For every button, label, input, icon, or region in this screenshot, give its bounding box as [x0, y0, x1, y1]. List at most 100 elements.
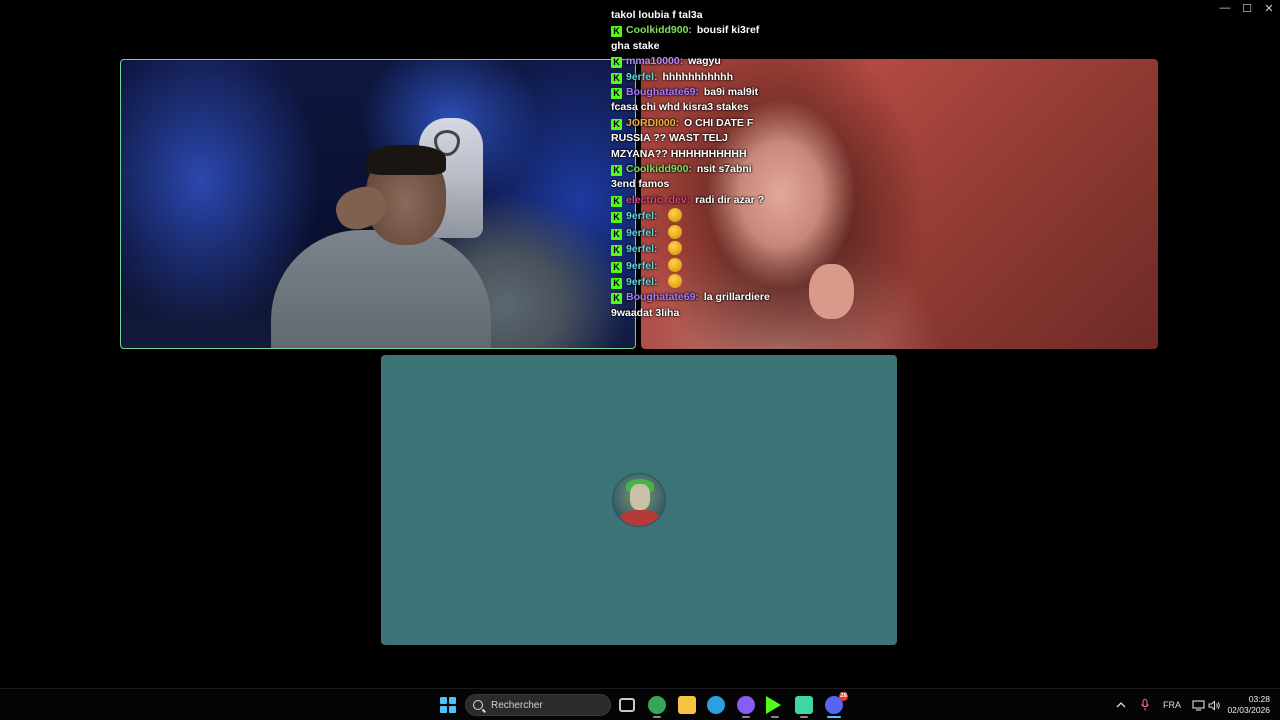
chat-username[interactable]: electric_dev: [626, 194, 690, 206]
chat-text: wagyu [688, 55, 721, 68]
chat-username[interactable]: mma10000: [626, 55, 683, 67]
system-tray: FRA [1114, 689, 1221, 720]
guest-hand [809, 264, 854, 319]
chat-message: K 9erfel: hhhhhhhhhhh [611, 70, 811, 85]
video-tile-camera-off[interactable] [381, 355, 897, 645]
minimize-button[interactable]: — [1214, 0, 1236, 16]
emote-icon [668, 273, 683, 288]
search-placeholder: Rechercher [491, 699, 543, 711]
chevron-up-icon[interactable] [1114, 698, 1128, 712]
language-indicator[interactable]: FRA [1163, 700, 1181, 710]
kick-badge-icon: K [611, 212, 622, 224]
chat-username[interactable]: 9erfel: [626, 227, 658, 239]
windows-start-icon[interactable] [440, 697, 456, 713]
window-controls: — ☐ ✕ [1214, 0, 1280, 18]
emote-icon [668, 224, 683, 239]
kick-badge-icon: K [611, 88, 622, 100]
chat-message: K Boughatate69: ba9i mal9it [611, 85, 811, 100]
chat-message: MZYANA?? HHHHHHHHHH [611, 147, 811, 162]
running-indicator [742, 716, 750, 718]
chat-text: gha stake [611, 39, 660, 52]
chat-username[interactable]: 9erfel: [626, 243, 658, 255]
taskbar-search[interactable]: Rechercher [465, 694, 611, 716]
kick-badge-icon: K [611, 26, 622, 38]
streamer-hair [366, 145, 446, 175]
chat-message: fcasa chi whd kisra3 stakes [611, 100, 811, 115]
microphone-icon[interactable] [1138, 698, 1152, 712]
chat-overlay: takol loubia f tal3a K Coolkidd900: bousif… [611, 8, 811, 321]
video-tile-streamer[interactable] [120, 59, 636, 349]
volume-icon[interactable] [1207, 698, 1221, 712]
emote-icon [668, 257, 683, 272]
chat-message: 9waadat 3liha [611, 306, 811, 321]
chat-username[interactable]: 9erfel: [626, 210, 658, 222]
kick-badge-icon: K [611, 195, 622, 207]
chat-username[interactable]: Boughatate69: [626, 291, 699, 303]
chat-message: K 9erfel: [611, 224, 811, 241]
chat-username[interactable]: Coolkidd900: [626, 163, 692, 175]
avatar-suit [620, 510, 660, 526]
taskbar: Rechercher 28 FRA 03:28 02/03/2026 [0, 688, 1280, 720]
chrome-icon[interactable] [648, 696, 666, 714]
chat-text: O CHI DATE F [684, 116, 754, 129]
clock-time: 03:28 [1248, 694, 1270, 704]
chat-message: K 9erfel: [611, 257, 811, 274]
chat-message: K Coolkidd900: nsit s7abni [611, 162, 811, 177]
chat-text: hhhhhhhhhhh [662, 70, 733, 83]
chat-message: Kelectric_dev: radi dir azar ? [611, 193, 811, 208]
discord-icon[interactable]: 28 [825, 692, 848, 714]
clock[interactable]: 03:28 02/03/2026 [1227, 694, 1270, 716]
chat-text: 9waadat 3liha [611, 306, 680, 319]
chat-message: K 9erfel: [611, 208, 811, 224]
chat-text: ba9i mal9it [703, 86, 759, 99]
chat-message: gha stake [611, 39, 811, 54]
kick-badge-icon: K [611, 293, 622, 305]
chat-text: takol loubia f tal3a [611, 9, 703, 21]
streamer-body [271, 230, 491, 348]
task-view-icon[interactable] [619, 698, 635, 712]
chat-username[interactable]: JORDI000: [626, 117, 679, 129]
emote-icon [668, 208, 683, 223]
streamlabs-icon[interactable] [737, 696, 755, 714]
running-indicator [771, 716, 779, 718]
chat-username[interactable]: Boughatate69: [626, 86, 699, 98]
search-icon [473, 700, 483, 710]
chat-username[interactable]: 9erfel: [626, 260, 658, 272]
emote-icon [668, 241, 683, 256]
kick-badge-icon: K [611, 57, 622, 69]
kick-badge-icon: K [611, 261, 622, 273]
file-explorer-icon[interactable] [678, 696, 696, 714]
chat-message: RUSSIA ?? WAST TELJ [611, 131, 811, 146]
running-indicator [800, 716, 808, 718]
chat-text: la grillardiere [703, 291, 770, 304]
edge-icon[interactable] [707, 696, 725, 714]
kick-badge-icon: K [611, 245, 622, 257]
kick-badge-icon: K [611, 277, 622, 289]
chat-message: K JORDI000: O CHI DATE F [611, 116, 811, 131]
close-button[interactable]: ✕ [1258, 0, 1280, 16]
chat-text: MZYANA?? HHHHHHHHHH [611, 147, 747, 160]
chat-username[interactable]: Coolkidd900: [626, 24, 692, 36]
chat-text: RUSSIA ?? WAST TELJ [611, 132, 728, 145]
copilot-icon[interactable] [795, 696, 813, 714]
chat-message: Kmma10000: wagyu [611, 54, 811, 69]
chat-message: 3end famos [611, 177, 811, 192]
chat-message: K 9erfel: [611, 241, 811, 257]
running-indicator [653, 716, 661, 718]
chat-username[interactable]: 9erfel: [626, 276, 658, 288]
chat-message: K 9erfel: [611, 273, 811, 290]
network-icon[interactable] [1191, 698, 1205, 712]
kick-badge-icon: K [611, 118, 622, 130]
maximize-button[interactable]: ☐ [1236, 0, 1258, 16]
running-indicator [827, 716, 841, 718]
kick-badge-icon: K [611, 72, 622, 84]
chat-text: fcasa chi whd kisra3 stakes [611, 101, 749, 114]
chat-message: takol loubia f tal3a [611, 8, 811, 23]
clock-date: 02/03/2026 [1227, 705, 1270, 715]
kick-icon[interactable] [766, 696, 781, 714]
chat-text: radi dir azar ? [695, 193, 764, 206]
chat-username[interactable]: 9erfel: [626, 71, 658, 83]
chat-message: K Boughatate69: la grillardiere [611, 290, 811, 305]
chat-text: bousif ki3ref [696, 24, 760, 37]
chat-text: 3end famos [611, 178, 670, 191]
